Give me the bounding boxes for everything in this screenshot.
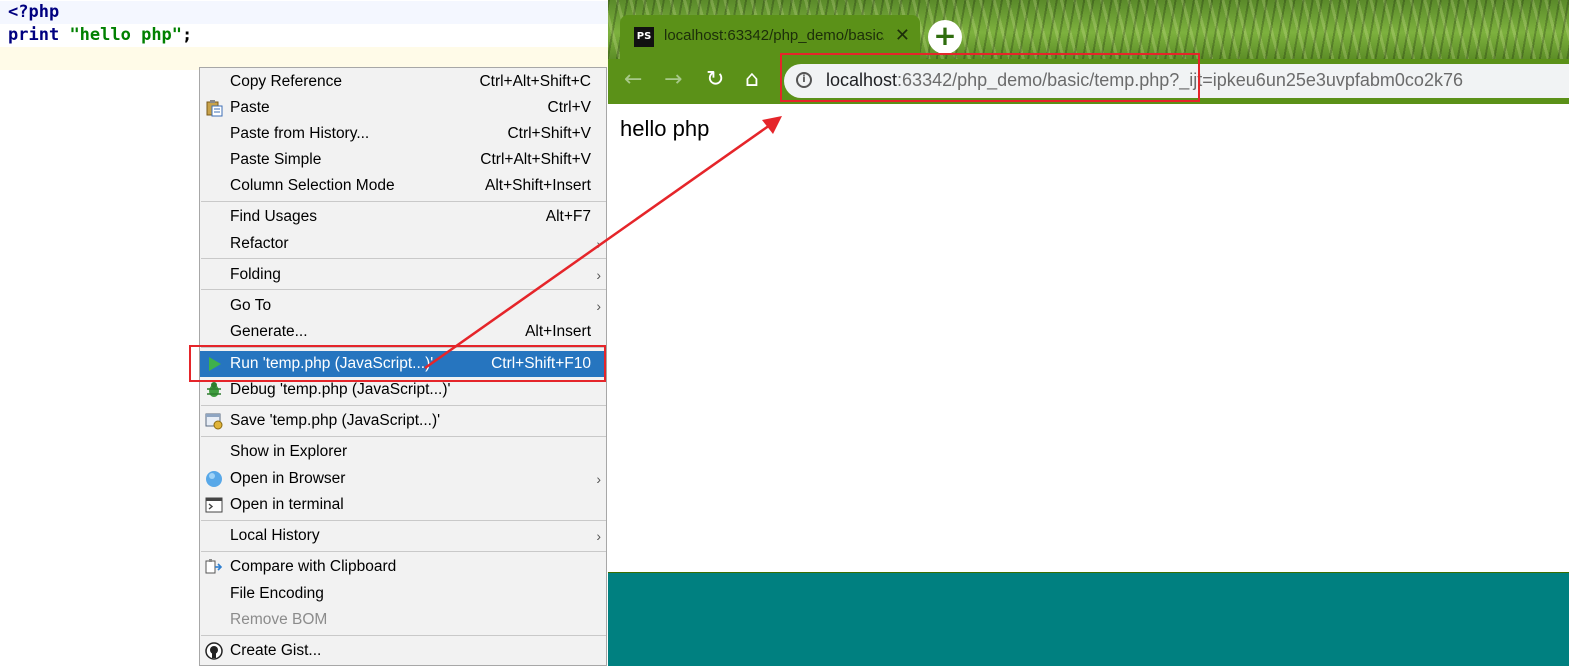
annotation-arrow: [424, 116, 782, 370]
